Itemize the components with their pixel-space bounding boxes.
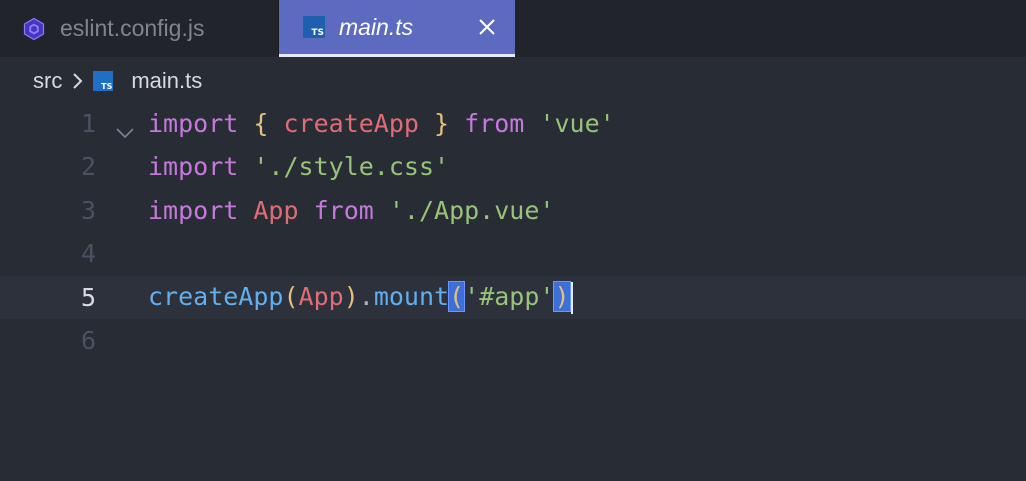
line-number: 2 [80,152,96,181]
line-number: 1 [80,109,96,138]
code-line[interactable]: 3 import App from './App.vue' [0,189,1026,232]
eslint-icon [23,17,45,40]
tab-label: main.ts [339,13,414,40]
typescript-file-icon: TS [93,71,114,91]
chevron-right-icon [71,72,83,90]
line-code: import './style.css' [148,152,450,181]
line-number: 5 [80,283,96,312]
text-cursor [570,281,573,314]
fold-chevron-down-icon[interactable] [115,117,135,138]
breadcrumb-folder[interactable]: src [33,68,62,94]
typescript-icon-text: TS [311,28,324,38]
line-number: 4 [80,239,96,268]
tab-label: eslint.config.js [60,15,205,41]
matching-bracket-open: ( [448,280,466,312]
code-editor[interactable]: 1 import { createApp } from 'vue' 2 impo… [0,101,1026,481]
breadcrumb: src TS main.ts [33,64,202,98]
breadcrumb-file[interactable]: main.ts [131,68,202,94]
line-number: 3 [80,196,96,225]
line-number: 6 [80,326,96,355]
code-line[interactable]: 6 [0,319,1026,362]
tab-bar: eslint.config.js TS main.ts [0,0,1026,57]
code-line[interactable]: 4 [0,232,1026,275]
typescript-file-icon: TS [303,16,325,38]
close-icon[interactable] [477,17,497,37]
code-line-current[interactable]: 5 createApp(App).mount('#app') [0,276,1026,319]
matching-bracket-close: ) [553,280,571,312]
line-code: createApp(App).mount('#app') [148,280,573,314]
line-code: import App from './App.vue' [148,196,555,225]
line-code: import { createApp } from 'vue' [148,109,615,138]
code-line[interactable]: 1 import { createApp } from 'vue' [0,102,1026,145]
tab-main-ts[interactable]: TS main.ts [279,0,515,57]
typescript-icon-text: TS [101,82,113,91]
code-line[interactable]: 2 import './style.css' [0,145,1026,188]
tab-eslint-config[interactable]: eslint.config.js [0,0,279,57]
